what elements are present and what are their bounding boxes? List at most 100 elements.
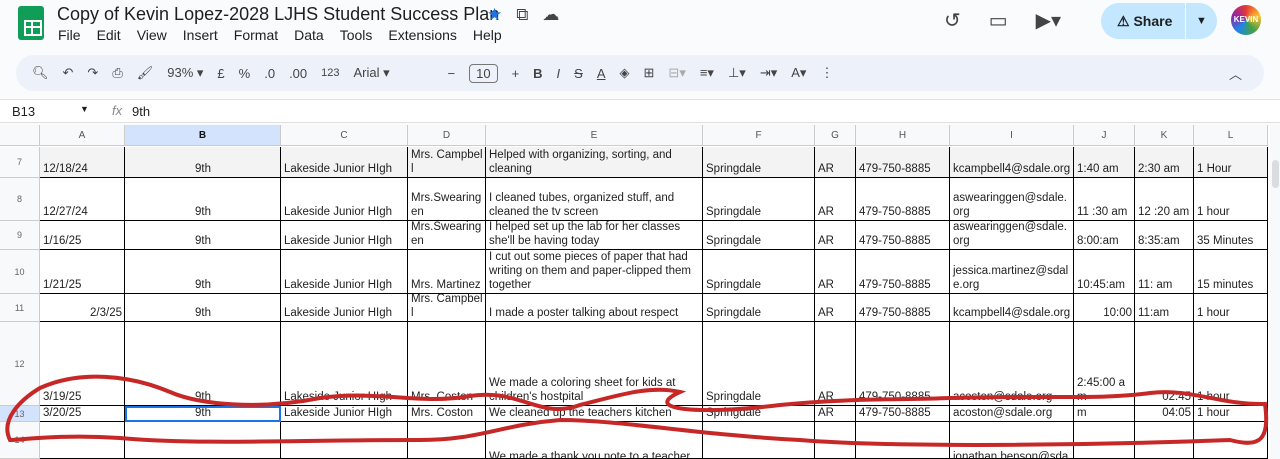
column-header-g[interactable]: G (815, 125, 856, 146)
row-header[interactable]: 14 (0, 422, 40, 459)
row-header[interactable]: 7 (0, 147, 40, 178)
cell-j11[interactable]: 10:00 (1074, 294, 1135, 322)
cell-b14[interactable] (125, 422, 281, 459)
cell-k11[interactable]: 11:am (1135, 294, 1194, 322)
cell-f11[interactable]: Springdale (703, 294, 815, 322)
cell-k12[interactable]: 02:45 (1135, 322, 1194, 406)
redo-icon[interactable]: ↷ (87, 65, 98, 81)
menu-file[interactable]: File (58, 27, 81, 43)
cell-b7[interactable]: 9th (125, 147, 281, 178)
move-folder-icon[interactable]: ⧉ (516, 5, 528, 25)
cell-l8[interactable]: 1 hour (1194, 178, 1268, 221)
horizontal-align-icon[interactable]: ≡▾ (700, 65, 714, 81)
text-rotation-icon[interactable]: A▾ (791, 65, 806, 81)
cell-b10[interactable]: 9th (125, 250, 281, 294)
cell-c10[interactable]: Lakeside Junior HIgh (281, 250, 408, 294)
cell-k7[interactable]: 2:30 am (1135, 147, 1194, 178)
cell-i14[interactable]: jonathan.benson@sda (950, 422, 1074, 459)
cell-j14[interactable] (1074, 422, 1135, 459)
search-icon[interactable]: 🔍︎ (32, 65, 49, 81)
cell-e12[interactable]: We made a coloring sheet for kids at chi… (486, 322, 703, 406)
paint-format-icon[interactable]: 🖌︎ (137, 65, 154, 81)
cell-l10[interactable]: 15 minutes (1194, 250, 1268, 294)
cell-d8[interactable]: Mrs.Swearingen (408, 178, 486, 221)
scrollbar-thumb[interactable] (1272, 160, 1279, 188)
undo-icon[interactable]: ↶ (63, 65, 74, 81)
menu-edit[interactable]: Edit (97, 27, 121, 43)
cell-k13[interactable]: 04:05 (1135, 406, 1194, 422)
cell-b8[interactable]: 9th (125, 178, 281, 221)
percent-button[interactable]: % (239, 66, 251, 81)
cell-c11[interactable]: Lakeside Junior HIgh (281, 294, 408, 322)
row-header[interactable]: 11 (0, 294, 40, 322)
cell-h13[interactable]: 479-750-8885 (856, 406, 950, 422)
cell-h10[interactable]: 479-750-8885 (856, 250, 950, 294)
cell-f9[interactable]: Springdale (703, 221, 815, 250)
cell-i8[interactable]: aswearinggen@sdale.org (950, 178, 1074, 221)
cell-i9[interactable]: aswearinggen@sdale.org (950, 221, 1074, 250)
select-all-corner[interactable] (0, 125, 40, 146)
cell-h14[interactable] (856, 422, 950, 459)
cell-c9[interactable]: Lakeside Junior HIgh (281, 221, 408, 250)
cell-i7[interactable]: kcampbell4@sdale.org (950, 147, 1074, 178)
cell-i12[interactable]: acoston@sdale.org (950, 322, 1074, 406)
cell-j10[interactable]: 10:45:am (1074, 250, 1135, 294)
menu-view[interactable]: View (137, 27, 167, 43)
cell-h12[interactable]: 479-750-8885 (856, 322, 950, 406)
cell-f13[interactable]: Springdale (703, 406, 815, 422)
collapse-toolbar-icon[interactable]: ︿ (1229, 64, 1242, 83)
more-icon[interactable]: ⋮ (820, 65, 833, 81)
menu-data[interactable]: Data (294, 27, 324, 43)
column-header-f[interactable]: F (703, 125, 815, 146)
number-format-button[interactable]: 123 (321, 67, 339, 79)
decrease-decimal-button[interactable]: .0 (264, 66, 275, 81)
star-icon[interactable]: ★ (487, 5, 502, 25)
cell-g14[interactable] (815, 422, 856, 459)
column-header-i[interactable]: I (950, 125, 1074, 146)
cell-g11[interactable]: AR (815, 294, 856, 322)
cell-h11[interactable]: 479-750-8885 (856, 294, 950, 322)
column-header-e[interactable]: E (486, 125, 703, 146)
increase-decimal-button[interactable]: .00 (289, 66, 307, 81)
cell-e7[interactable]: Helped with organizing, sorting, and cle… (486, 147, 703, 178)
merge-cells-icon[interactable]: ⊟▾ (668, 65, 685, 81)
cell-h8[interactable]: 479-750-8885 (856, 178, 950, 221)
cell-a12[interactable]: 3/19/25 (40, 322, 125, 406)
column-header-h[interactable]: H (856, 125, 950, 146)
share-button[interactable]: ⚠ Share ▼ (1101, 3, 1217, 39)
cell-l12[interactable]: 1 hour (1194, 322, 1268, 406)
font-size-decrease-button[interactable]: − (448, 66, 456, 81)
cell-f10[interactable]: Springdale (703, 250, 815, 294)
cell-h7[interactable]: 479-750-8885 (856, 147, 950, 178)
print-icon[interactable]: ⎙ (112, 65, 122, 81)
text-wrap-icon[interactable]: ⇥▾ (760, 65, 777, 81)
cell-i13[interactable]: acoston@sdale.org (950, 406, 1074, 422)
cell-b9[interactable]: 9th (125, 221, 281, 250)
menu-help[interactable]: Help (473, 27, 502, 43)
cell-e8[interactable]: I cleaned tubes, organized stuff, and cl… (486, 178, 703, 221)
cell-a11[interactable]: 2/3/25 (40, 294, 125, 322)
cell-l14[interactable] (1194, 422, 1268, 459)
cell-k8[interactable]: 12 :20 am (1135, 178, 1194, 221)
cell-d9[interactable]: Mrs.Swearingen (408, 221, 486, 250)
cell-k10[interactable]: 11: am (1135, 250, 1194, 294)
zoom-select[interactable]: 93% ▾ (167, 65, 203, 81)
fill-color-icon[interactable]: ◈ (620, 65, 630, 81)
avatar[interactable]: KEVIN (1231, 5, 1261, 35)
menu-insert[interactable]: Insert (183, 27, 218, 43)
cell-d7[interactable]: Mrs. Campbell (408, 147, 486, 178)
sheets-logo-icon[interactable] (18, 6, 44, 40)
cell-i11[interactable]: kcampbell4@sdale.org (950, 294, 1074, 322)
cell-c8[interactable]: Lakeside Junior HIgh (281, 178, 408, 221)
cell-e14[interactable]: We made a thank you note to a teacher (486, 422, 703, 459)
cell-f8[interactable]: Springdale (703, 178, 815, 221)
cell-k14[interactable] (1135, 422, 1194, 459)
menu-tools[interactable]: Tools (340, 27, 373, 43)
comments-icon[interactable]: ▭ (989, 8, 1008, 33)
vertical-scrollbar[interactable] (1270, 125, 1280, 459)
cell-j7[interactable]: 1:40 am (1074, 147, 1135, 178)
spreadsheet-grid[interactable]: A B C D E F G H I J K L 7 12/18/24 9th Lakeside Junior … (0, 125, 1270, 459)
cell-e13[interactable]: We cleaned up the teachers kitchen (486, 406, 703, 422)
cell-l9[interactable]: 35 Minutes (1194, 221, 1268, 250)
cell-i10[interactable]: jessica.martinez@sdale.org (950, 250, 1074, 294)
